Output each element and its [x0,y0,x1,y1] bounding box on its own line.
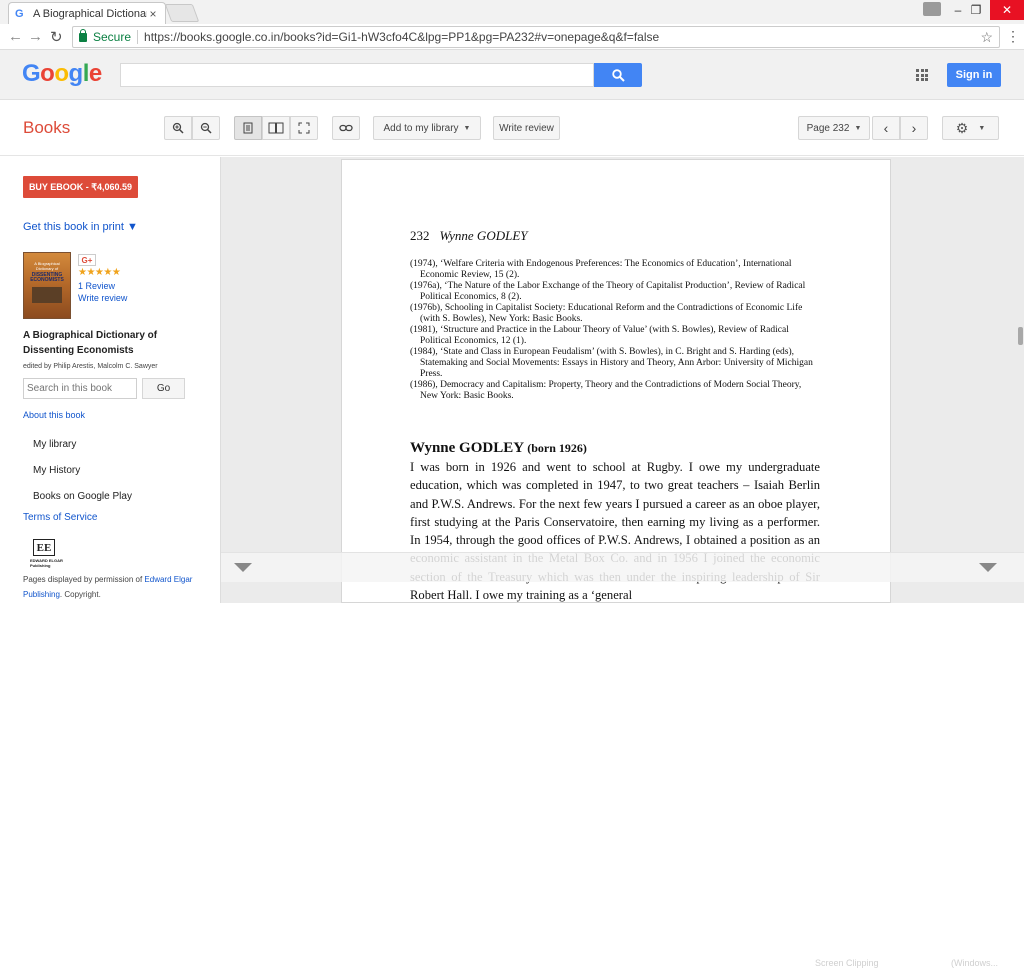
lock-icon [79,28,87,42]
forward-icon[interactable]: → [28,28,43,45]
publisher-logo-text: EDWARD ELGAR Publishing [30,558,63,568]
sidebar-item-google-play[interactable]: Books on Google Play [33,491,132,502]
chevron-down-icon: ▼ [854,124,862,132]
two-page-icon [268,122,284,134]
reference-list: (1974), ‘Welfare Criteria with Endogenou… [410,259,820,402]
chevron-down-icon[interactable] [234,563,252,572]
user-profile-icon[interactable] [923,2,941,16]
chevron-left-icon: ‹ [883,120,889,136]
reference-item: (1984), ‘State and Class in European Feu… [410,347,813,379]
reference-item: (1976a), ‘The Nature of the Labor Exchan… [410,281,806,302]
restore-button[interactable]: ❐ [962,0,990,20]
write-review-link[interactable]: Write review [78,293,127,303]
book-viewer[interactable]: 232 Wynne GODLEY (1974), ‘Welfare Criteri… [220,157,1024,968]
left-sidebar: BUY EBOOK - ₹4,060.59 Get this book in p… [0,157,220,603]
zoom-out-button[interactable] [192,116,220,140]
sidebar-item-my-history[interactable]: My History [33,465,80,476]
go-button[interactable]: Go [142,378,185,399]
add-to-library-button[interactable]: Add to my library ▼ [373,116,481,140]
book-page: 232 Wynne GODLEY (1974), ‘Welfare Criteri… [341,159,891,603]
reference-item: (1986), Democracy and Capitalism: Proper… [410,380,802,401]
chevron-right-icon: › [911,120,917,136]
chevron-down-icon[interactable] [979,563,997,572]
single-page-view-button[interactable] [234,116,262,140]
entry-heading: Wynne GODLEY (born 1926) [410,440,587,456]
page-number: 232 [410,228,430,243]
browser-tab[interactable]: G A Biographical Dictionary × [8,2,166,24]
divider [137,30,139,44]
back-icon[interactable]: ← [8,28,23,45]
sign-in-button[interactable]: Sign in [947,63,1001,87]
terms-of-service-link[interactable]: Terms of Service [23,512,97,523]
reference-item: (1974), ‘Welfare Criteria with Endogenou… [410,259,792,280]
two-page-view-button[interactable] [262,116,290,140]
rating-stars: ★★★★★ [78,267,121,278]
search-icon [611,68,625,82]
address-bar: ← → ↻ Secure https://books.google.co.in/… [0,24,1024,50]
page-select-dropdown[interactable]: Page 232 ▼ [798,116,870,140]
publisher-logo: EE [33,539,55,556]
zoom-in-button[interactable] [164,116,192,140]
reference-item: (1981), ‘Structure and Practice in the L… [410,325,789,346]
fullscreen-icon [298,122,310,134]
running-head: Wynne GODLEY [439,228,528,243]
book-cover-image[interactable]: A Biographical Dictionary of DISSENTING … [23,252,71,319]
google-plus-button[interactable]: G+ [78,254,96,266]
chevron-down-icon: ▼ [463,124,471,132]
scrollbar-thumb[interactable] [1018,327,1023,345]
permission-note: Pages displayed by permission of Edward … [23,575,193,599]
fullscreen-button[interactable] [290,116,318,140]
google-header: Google [0,50,1024,100]
reload-icon[interactable]: ↻ [50,28,63,46]
secure-label: Secure [93,30,132,44]
about-this-book-link[interactable]: About this book [23,410,85,420]
overlay-text: (Windows... [951,958,999,968]
write-review-button[interactable]: Write review [493,116,560,140]
single-page-icon [243,122,253,134]
zoom-in-icon [172,122,184,134]
review-count-link[interactable]: 1 Review [78,281,115,291]
book-title: A Biographical Dictionary of Dissenting … [23,330,158,356]
gear-icon: ⚙ [955,119,969,136]
bookmark-star-icon[interactable]: ☆ [980,29,993,46]
previous-page-button[interactable]: ‹ [872,116,900,140]
page-header: 232 Wynne GODLEY [410,228,528,244]
get-book-in-print-link[interactable]: Get this book in print ▼ [23,221,138,233]
books-title[interactable]: Books [23,118,70,138]
browser-tab-strip: G A Biographical Dictionary × – ❐ ✕ [0,0,1024,24]
page-nav-bar: Screen Clipping (Windows... [221,552,1024,968]
close-window-button[interactable]: ✕ [990,0,1024,20]
buy-ebook-button[interactable]: BUY EBOOK - ₹4,060.59 [23,176,138,198]
books-toolbar: Books Add to my library ▼ Write review Pa… [0,100,1024,156]
url-omnibox[interactable]: Secure https://books.google.co.in/books?… [72,26,1000,48]
overlay-text: Screen Clipping [815,958,879,968]
url-text[interactable]: https://books.google.co.in/books?id=Gi1-… [144,30,974,44]
tab-title: A Biographical Dictionary [33,7,147,20]
apps-grid-icon[interactable] [916,69,928,81]
search-in-book-input[interactable]: Search in this book [23,378,137,399]
link-icon [339,124,353,132]
book-editors: edited by Philip Arestis, Malcolm C. Saw… [23,363,158,370]
google-logo[interactable]: Google [22,60,102,88]
reference-item: (1976b), Schooling in Capitalist Society… [410,303,803,324]
chevron-down-icon: ▼ [978,124,986,132]
google-search-input[interactable] [120,63,594,87]
next-page-button[interactable]: › [900,116,928,140]
browser-menu-icon[interactable]: ⋮ [1006,28,1020,45]
sidebar-item-my-library[interactable]: My library [33,439,76,450]
google-favicon-icon: G [15,7,24,20]
link-button[interactable] [332,116,360,140]
settings-button[interactable]: ⚙ ▼ [942,116,999,140]
search-button[interactable] [594,63,642,87]
tab-close-icon[interactable]: × [147,7,159,21]
zoom-out-icon [200,122,212,134]
new-tab-button[interactable] [164,4,200,22]
